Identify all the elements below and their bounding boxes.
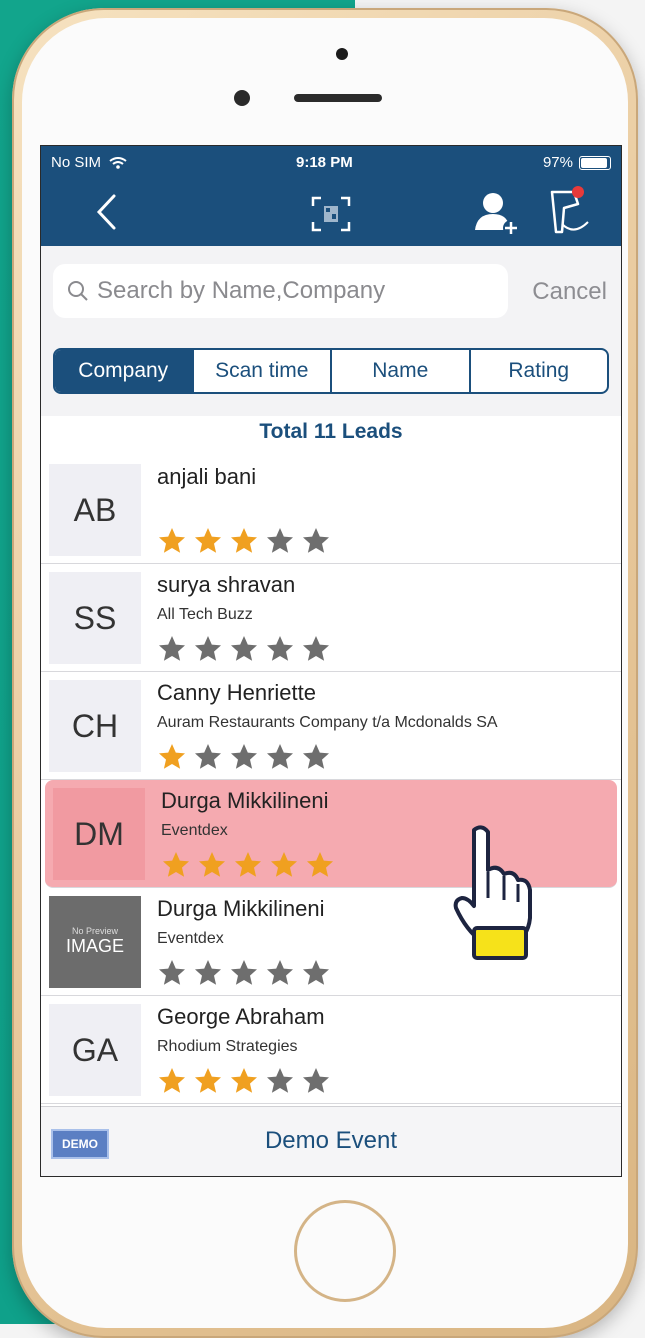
rating-stars	[157, 526, 331, 556]
search-field[interactable]	[53, 264, 508, 318]
sort-segmented-control: Company Scan time Name Rating	[53, 348, 609, 394]
app-screen: No SIM 9:18 PM 97% Search by Name,Compan…	[40, 145, 622, 1177]
star-empty-icon[interactable]	[193, 958, 223, 988]
star-empty-icon[interactable]	[265, 742, 295, 772]
add-lead-button[interactable]	[471, 188, 523, 240]
rating-stars	[161, 850, 335, 880]
rating-stars	[157, 742, 331, 772]
lead-company: Auram Restaurants Company t/a Mcdonalds …	[157, 714, 498, 731]
tab-name[interactable]: Name	[332, 350, 471, 392]
chevron-left-icon	[96, 194, 116, 230]
star-filled-icon[interactable]	[161, 850, 191, 880]
lead-name: Durga Mikkilineni	[157, 896, 325, 921]
avatar: CH	[49, 680, 141, 772]
home-button[interactable]	[294, 1200, 396, 1302]
lead-name: Durga Mikkilineni	[161, 788, 329, 813]
add-user-icon	[475, 193, 519, 236]
qr-scan-button[interactable]	[309, 194, 353, 234]
lead-row[interactable]: GA George Abraham Rhodium Strategies	[41, 996, 621, 1104]
star-filled-icon[interactable]	[157, 526, 187, 556]
star-filled-icon[interactable]	[229, 1066, 259, 1096]
rating-stars	[157, 1066, 331, 1096]
star-empty-icon[interactable]	[193, 742, 223, 772]
total-leads-label: Total 11 Leads	[259, 420, 403, 443]
star-filled-icon[interactable]	[233, 850, 263, 880]
star-empty-icon[interactable]	[229, 742, 259, 772]
star-filled-icon[interactable]	[193, 526, 223, 556]
lead-company: Eventdex	[161, 822, 228, 839]
star-filled-icon[interactable]	[193, 1066, 223, 1096]
battery-icon	[579, 155, 611, 170]
barcode-scanner-button[interactable]	[543, 184, 595, 240]
search-bar: Cancel	[41, 246, 621, 334]
star-filled-icon[interactable]	[229, 526, 259, 556]
star-empty-icon[interactable]	[157, 634, 187, 664]
avatar: DM	[53, 788, 145, 880]
avatar: GA	[49, 1004, 141, 1096]
star-filled-icon[interactable]	[197, 850, 227, 880]
star-empty-icon[interactable]	[265, 634, 295, 664]
tab-rating[interactable]: Rating	[471, 350, 608, 392]
pointing-hand-icon	[453, 825, 532, 960]
star-empty-icon[interactable]	[265, 526, 295, 556]
image-label: IMAGE	[65, 936, 124, 957]
star-filled-icon[interactable]	[157, 1066, 187, 1096]
earpiece-speaker	[294, 94, 382, 102]
status-carrier: No SIM	[51, 154, 127, 171]
lead-row[interactable]: AB anjali bani	[41, 456, 621, 564]
leads-list: AB anjali bani SS surya shravan All Tech…	[41, 456, 621, 1104]
status-battery: 97%	[543, 154, 611, 171]
lead-company: Eventdex	[157, 930, 224, 947]
star-filled-icon[interactable]	[269, 850, 299, 880]
status-time: 9:18 PM	[296, 154, 353, 171]
star-filled-icon[interactable]	[305, 850, 335, 880]
cancel-button[interactable]: Cancel	[532, 278, 607, 306]
star-filled-icon[interactable]	[157, 742, 187, 772]
rating-stars	[157, 958, 331, 988]
star-empty-icon[interactable]	[157, 958, 187, 988]
star-empty-icon[interactable]	[301, 634, 331, 664]
lead-row[interactable]: SS surya shravan All Tech Buzz	[41, 564, 621, 672]
star-empty-icon[interactable]	[229, 634, 259, 664]
nav-bar: No SIM 9:18 PM 97%	[41, 146, 621, 246]
lead-company: All Tech Buzz	[157, 606, 253, 623]
star-empty-icon[interactable]	[193, 634, 223, 664]
search-icon	[68, 281, 88, 301]
lead-name: surya shravan	[157, 572, 296, 597]
back-button[interactable]	[89, 192, 123, 232]
star-empty-icon[interactable]	[301, 742, 331, 772]
avatar: AB	[49, 464, 141, 556]
lead-company: Rhodium Strategies	[157, 1038, 298, 1055]
star-empty-icon[interactable]	[301, 1066, 331, 1096]
sort-control-row: Company Scan time Name Rating	[41, 334, 621, 416]
qr-scan-icon	[311, 196, 351, 232]
tab-scan-time[interactable]: Scan time	[194, 350, 332, 392]
star-empty-icon[interactable]	[265, 958, 295, 988]
search-input[interactable]	[95, 276, 489, 306]
wifi-icon	[109, 157, 127, 169]
lead-name: George Abraham	[157, 1004, 325, 1029]
front-camera	[336, 48, 348, 60]
proximity-sensor	[234, 90, 250, 106]
lead-row[interactable]: CH Canny Henriette Auram Restaurants Com…	[41, 672, 621, 780]
star-empty-icon[interactable]	[301, 958, 331, 988]
star-empty-icon[interactable]	[229, 958, 259, 988]
tab-company[interactable]: Company	[55, 350, 194, 392]
star-empty-icon[interactable]	[301, 526, 331, 556]
event-footer: DEMO Demo Event	[41, 1106, 621, 1176]
star-empty-icon[interactable]	[265, 1066, 295, 1096]
lead-name: Canny Henriette	[157, 680, 316, 705]
avatar: SS	[49, 572, 141, 664]
rating-stars	[157, 634, 331, 664]
lead-name: anjali bani	[157, 464, 257, 489]
no-preview-image: No Preview IMAGE	[49, 896, 141, 988]
event-name[interactable]: Demo Event	[41, 1127, 621, 1155]
barcode-scanner-icon	[550, 186, 589, 234]
